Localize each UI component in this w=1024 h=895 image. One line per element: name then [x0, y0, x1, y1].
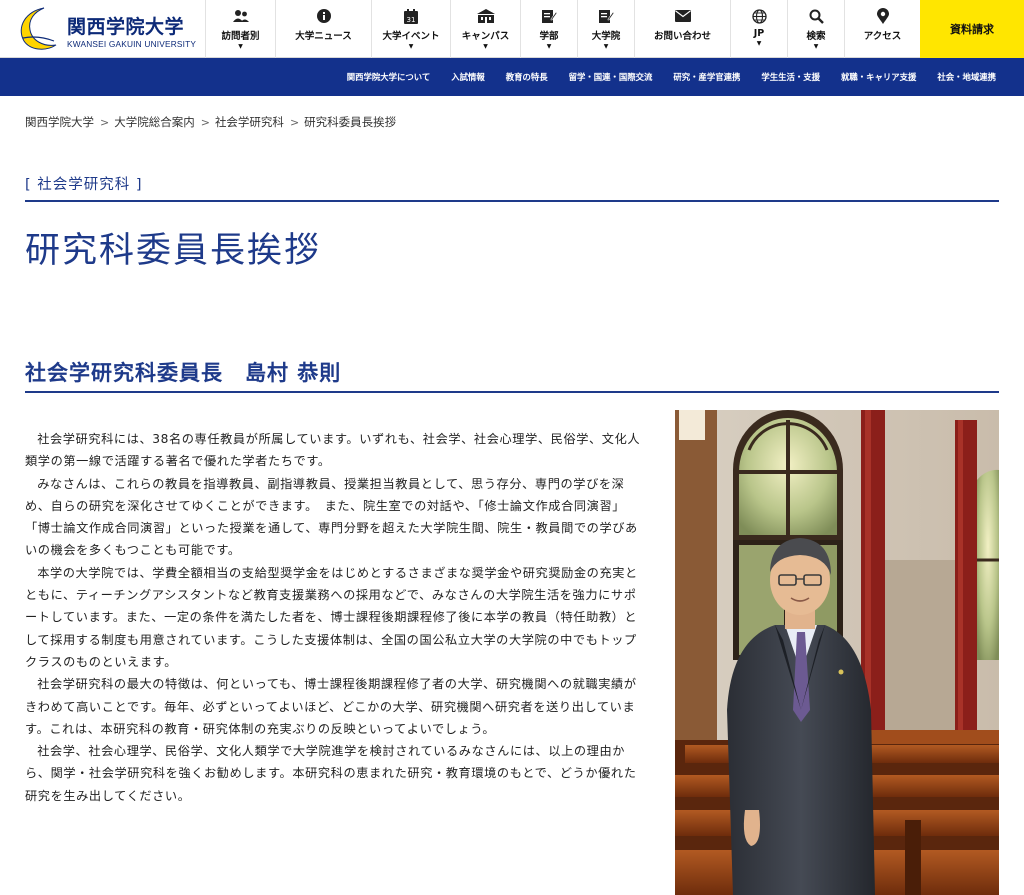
- main-nav-community[interactable]: 社会・地域連携: [937, 71, 996, 83]
- breadcrumb-sociology[interactable]: 社会学研究科: [215, 114, 284, 130]
- university-logo[interactable]: 関西学院大学 KWANSEI GAKUIN UNIVERSITY: [14, 5, 196, 53]
- breadcrumb: 関西学院大学 > 大学院総合案内 > 社会学研究科 > 研究科委員長挨拶: [25, 114, 396, 130]
- edit-note-icon: [540, 8, 558, 24]
- nav-language[interactable]: JP ▼: [730, 0, 787, 58]
- request-materials-button[interactable]: 資料請求: [920, 0, 1024, 58]
- paragraph: 社会学、社会心理学、民俗学、文化人類学で大学院進学を検討されているみなさんには、…: [25, 744, 637, 803]
- section-tag: [ 社会学研究科 ]: [25, 177, 143, 193]
- main-nav-career[interactable]: 就職・キャリア支援: [841, 71, 916, 83]
- nav-graduate[interactable]: 大学院 ▼: [577, 0, 634, 58]
- nav-contact[interactable]: お問い合わせ: [634, 0, 730, 58]
- chevron-right-icon: >: [289, 115, 300, 129]
- main-nav-research[interactable]: 研究・産学官連携: [673, 71, 740, 83]
- nav-faculties[interactable]: 学部 ▼: [520, 0, 577, 58]
- chevron-right-icon: >: [200, 115, 210, 129]
- main-nav-international[interactable]: 留学・国連・国際交流: [569, 71, 653, 83]
- chevron-down-icon: ▼: [756, 40, 762, 47]
- nav-campus[interactable]: キャンパス ▼: [450, 0, 520, 58]
- breadcrumb-home[interactable]: 関西学院大学: [25, 114, 94, 130]
- paragraph: みなさんは、これらの教員を指導教員、副指導教員、授業担当教員として、思う存分、専…: [25, 476, 638, 558]
- utility-nav: 訪問者別 ▼ 大学ニュース 31 大学イベント ▼ キャンパス ▼ 学部 ▼ 大…: [205, 0, 920, 58]
- page-title: 研究科委員長挨拶: [25, 231, 322, 271]
- nav-label: 学部: [539, 31, 559, 42]
- dean-heading: 社会学研究科委員長 島村 恭則: [25, 361, 342, 385]
- breadcrumb-current: 研究科委員長挨拶: [304, 115, 397, 129]
- crescent-moon-logo-icon: [20, 7, 57, 50]
- search-icon: [807, 8, 825, 24]
- map-pin-icon: [874, 8, 892, 24]
- title-divider: [25, 200, 999, 202]
- globe-icon: [750, 8, 768, 24]
- nav-visitors[interactable]: 訪問者別 ▼: [205, 0, 275, 58]
- main-nav-student-life[interactable]: 学生生活・支援: [761, 71, 820, 83]
- envelope-icon: [674, 8, 692, 24]
- breadcrumb-graduate[interactable]: 大学院総合案内: [114, 114, 195, 130]
- subheading-divider: [25, 391, 999, 393]
- main-nav-about[interactable]: 関西学院大学について: [347, 71, 431, 83]
- chevron-down-icon: ▼: [483, 43, 488, 50]
- paragraph: 社会学研究科の最大の特徴は、何といっても、博士課程後期課程修了者の大学、研究機関…: [25, 677, 637, 736]
- chevron-down-icon: ▼: [603, 43, 609, 50]
- nav-access[interactable]: アクセス: [844, 0, 920, 58]
- svg-text:31: 31: [407, 16, 416, 24]
- nav-label: 大学院: [591, 31, 621, 42]
- site-header: 関西学院大学 KWANSEI GAKUIN UNIVERSITY 訪問者別 ▼ …: [0, 0, 1024, 58]
- logo-text-jp: 関西学院大学: [67, 16, 185, 38]
- nav-label: アクセス: [863, 31, 902, 42]
- nav-label: JP: [753, 28, 765, 39]
- chevron-down-icon: ▼: [813, 43, 819, 50]
- main-nav: 関西学院大学について 入試情報 教育の特長 留学・国連・国際交流 研究・産学官連…: [0, 58, 1024, 96]
- campus-building-icon: [476, 8, 495, 24]
- edit-note-icon: [597, 8, 615, 24]
- chevron-down-icon: ▼: [238, 43, 243, 50]
- paragraph: 本学の大学院では、学費全額相当の支給型奨学金をはじめとするさまざまな奨学金や研究…: [25, 565, 638, 669]
- dean-portrait-photo: [675, 410, 999, 895]
- message-body: 社会学研究科には、38名の専任教員が所属しています。いずれも、社会学、社会心理学…: [25, 428, 643, 807]
- main-nav-education[interactable]: 教育の特長: [506, 71, 548, 83]
- main-nav-admissions[interactable]: 入試情報: [451, 71, 485, 83]
- logo-text-en: KWANSEI GAKUIN UNIVERSITY: [67, 39, 197, 49]
- nav-label: お問い合わせ: [653, 31, 711, 42]
- nav-search[interactable]: 検索 ▼: [787, 0, 844, 58]
- chevron-down-icon: ▼: [546, 43, 552, 50]
- calendar-icon: 31: [402, 8, 420, 24]
- paragraph: 社会学研究科には、38名の専任教員が所属しています。いずれも、社会学、社会心理学…: [25, 432, 641, 469]
- nav-label: 訪問者別: [221, 31, 260, 42]
- visitors-icon: [232, 8, 250, 24]
- chevron-right-icon: >: [100, 115, 110, 129]
- info-icon: [315, 8, 333, 24]
- nav-label: キャンパス: [461, 31, 510, 42]
- chevron-down-icon: ▼: [408, 43, 414, 50]
- nav-events[interactable]: 31 大学イベント ▼: [371, 0, 450, 58]
- nav-label: 検索: [806, 31, 826, 42]
- nav-label: 大学ニュース: [295, 31, 352, 42]
- nav-news[interactable]: 大学ニュース: [275, 0, 371, 58]
- nav-label: 大学イベント: [382, 31, 440, 42]
